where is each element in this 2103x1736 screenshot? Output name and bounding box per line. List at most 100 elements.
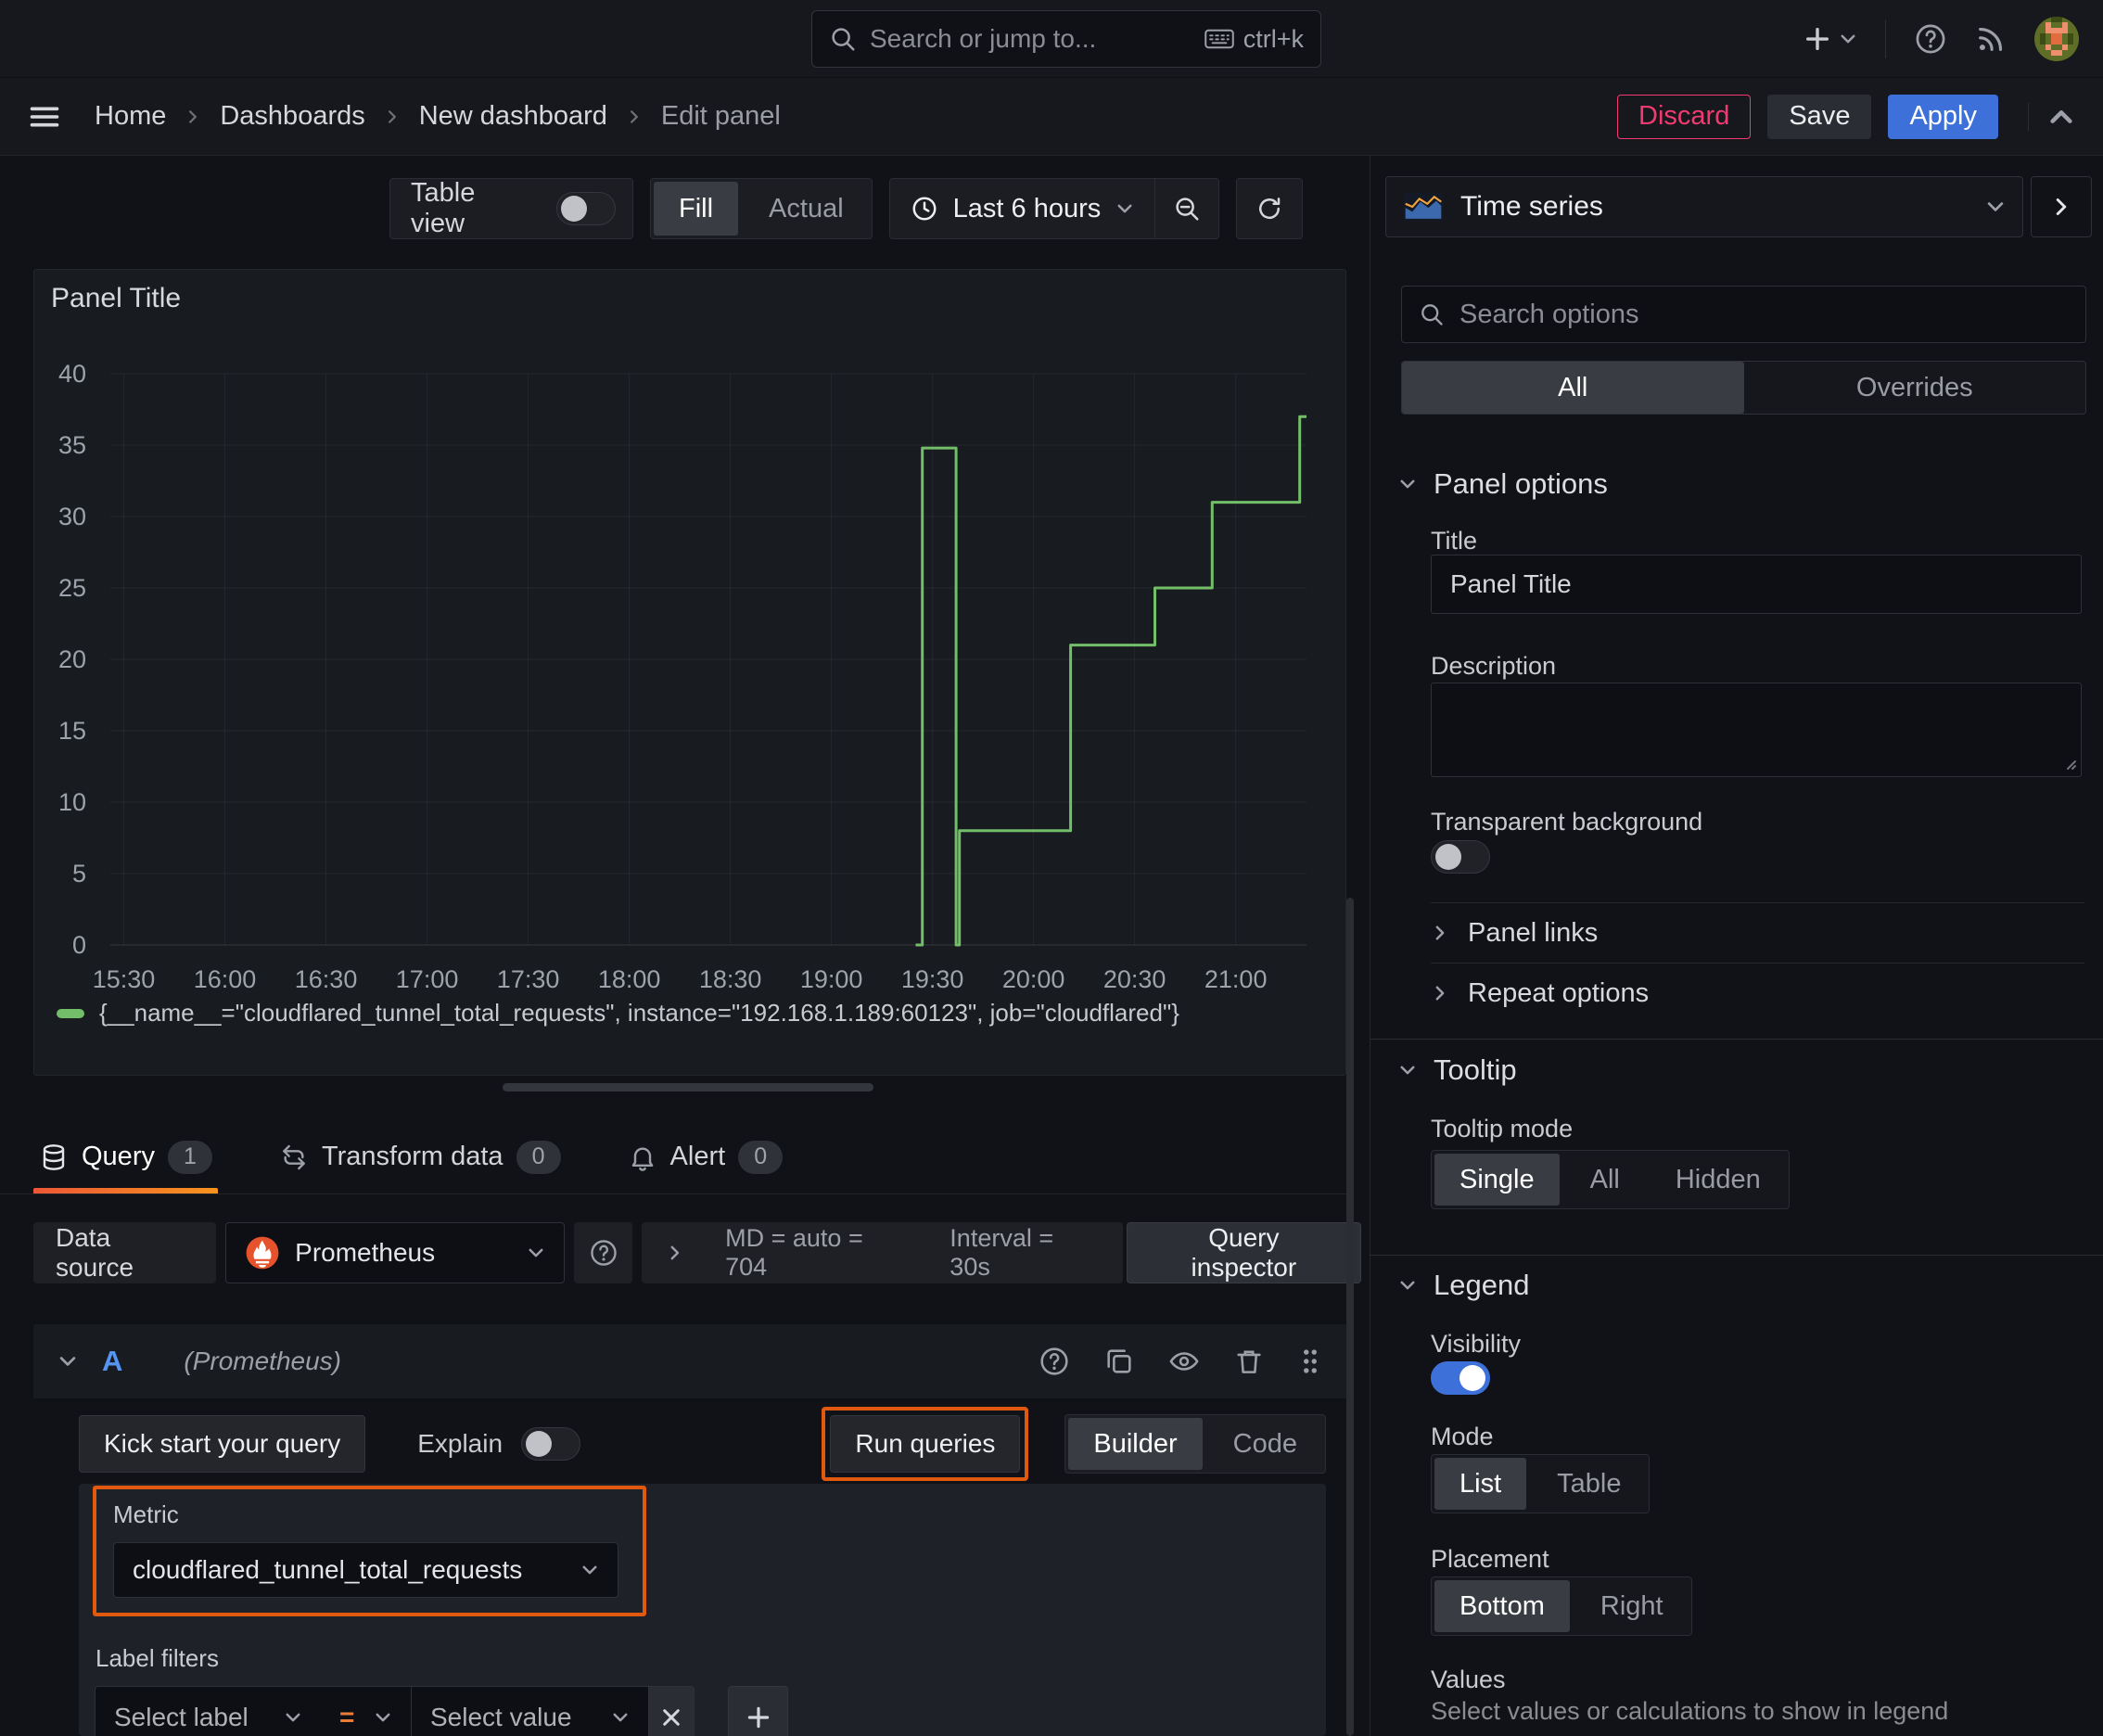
svg-text:20:30: 20:30	[1103, 965, 1166, 993]
legend-visibility-toggle[interactable]	[1431, 1361, 1490, 1395]
explain-toggle[interactable]	[521, 1427, 581, 1461]
trash-icon[interactable]	[1233, 1346, 1265, 1377]
zoom-out-button[interactable]	[1155, 179, 1218, 238]
table-view-control: Table view	[389, 178, 633, 239]
query-datasource-hint: (Prometheus)	[184, 1347, 342, 1375]
expand-viz-list-button[interactable]	[2031, 176, 2092, 237]
breadcrumb-new-dashboard[interactable]: New dashboard	[419, 101, 607, 132]
chevron-right-icon	[666, 1244, 684, 1262]
duplicate-icon[interactable]	[1103, 1346, 1135, 1377]
save-button[interactable]: Save	[1767, 94, 1872, 139]
query-inspector-button[interactable]: Query inspector	[1126, 1222, 1361, 1283]
panel-options-section-header[interactable]: Panel options	[1398, 467, 1608, 501]
search-shortcut: ctrl+k	[1204, 25, 1304, 54]
panel-description-textarea[interactable]	[1431, 683, 2082, 777]
metric-select[interactable]: cloudflared_tunnel_total_requests	[113, 1542, 618, 1598]
add-new-button[interactable]	[1803, 25, 1857, 53]
time-range-picker[interactable]: Last 6 hours	[890, 194, 1155, 224]
kick-start-query-button[interactable]: Kick start your query	[79, 1415, 366, 1473]
search-field[interactable]	[870, 24, 1192, 54]
legend-series-label[interactable]: {__name__="cloudflared_tunnel_total_requ…	[99, 999, 1179, 1028]
tab-alert[interactable]: Alert 0	[622, 1120, 789, 1194]
section-divider	[1370, 1039, 2103, 1040]
plus-icon	[1803, 25, 1831, 53]
help-icon[interactable]	[1039, 1346, 1070, 1377]
table-view-toggle[interactable]	[556, 192, 616, 225]
visualization-picker[interactable]: Time series	[1385, 176, 2023, 237]
explain-control: Explain	[417, 1427, 581, 1461]
search-options-input[interactable]	[1401, 286, 2086, 343]
panel-toolbar: Table view Fill Actual Last 6 hours	[389, 178, 1304, 239]
repeat-options-collapse[interactable]: Repeat options	[1431, 963, 2084, 1023]
apply-button[interactable]: Apply	[1888, 94, 1998, 139]
query-section-tabs: Query 1 Transform data 0 Alert 0	[0, 1120, 1348, 1194]
code-option[interactable]: Code	[1205, 1415, 1325, 1473]
keyboard-icon	[1204, 29, 1234, 49]
datasource-picker[interactable]: Prometheus	[225, 1222, 566, 1283]
svg-text:19:30: 19:30	[901, 965, 964, 993]
chevron-down-icon	[1115, 199, 1134, 218]
drag-handle-icon[interactable]	[1298, 1346, 1322, 1377]
chevron-down-icon	[1398, 475, 1417, 493]
legend-placement-label: Placement	[1431, 1545, 1549, 1573]
legend-placement-bottom[interactable]: Bottom	[1434, 1580, 1570, 1632]
breadcrumb-bar: Home Dashboards New dashboard Edit panel…	[0, 78, 2103, 156]
breadcrumb-dashboards[interactable]: Dashboards	[220, 101, 364, 132]
collapse-options-pane-button[interactable]	[2028, 102, 2075, 131]
breadcrumb-edit-panel: Edit panel	[660, 101, 781, 131]
remove-filter-button[interactable]	[648, 1686, 695, 1736]
resize-grip-icon[interactable]	[2062, 756, 2077, 771]
grafana-logo-icon[interactable]	[24, 12, 78, 66]
global-search-input[interactable]: ctrl+k	[811, 10, 1321, 68]
legend-section-header[interactable]: Legend	[1398, 1269, 1529, 1302]
menu-icon[interactable]	[28, 100, 61, 134]
tooltip-all-option[interactable]: All	[1562, 1151, 1648, 1208]
legend-mode-switch: List Table	[1431, 1454, 1651, 1513]
add-filter-button[interactable]	[728, 1686, 788, 1736]
legend-mode-table[interactable]: Table	[1529, 1455, 1649, 1513]
tooltip-mode-switch: Single All Hidden	[1431, 1150, 1790, 1209]
tooltip-single-option[interactable]: Single	[1434, 1154, 1560, 1206]
news-icon[interactable]	[1975, 23, 2007, 55]
legend-placement-right[interactable]: Right	[1573, 1577, 1691, 1635]
user-avatar[interactable]	[2034, 17, 2079, 61]
actual-option[interactable]: Actual	[741, 179, 872, 238]
tab-query[interactable]: Query 1	[33, 1120, 218, 1194]
datasource-label: Data source	[33, 1222, 217, 1283]
time-series-chart[interactable]: 0 5 10 15 20 25 30 35 40 15:30 16:00 16:30 17:00 17:3…	[34, 270, 1345, 993]
transparent-bg-toggle[interactable]	[1431, 840, 1490, 874]
datasource-row: Data source Prometheus MD = auto = 704 I…	[33, 1222, 1361, 1283]
scrollbar-thumb[interactable]	[1346, 898, 1354, 1736]
refresh-button[interactable]	[1236, 178, 1304, 239]
panel-resize-handle[interactable]	[503, 1083, 873, 1091]
search-options-field[interactable]	[1459, 299, 2069, 330]
builder-option[interactable]: Builder	[1068, 1418, 1203, 1470]
legend-mode-list[interactable]: List	[1434, 1458, 1527, 1510]
builder-code-switch: Builder Code	[1064, 1414, 1326, 1474]
close-icon	[659, 1705, 683, 1730]
panel-links-collapse[interactable]: Panel links	[1431, 902, 2084, 963]
chevron-down-icon	[527, 1244, 545, 1262]
tab-transform-data[interactable]: Transform data 0	[274, 1120, 567, 1194]
tooltip-hidden-option[interactable]: Hidden	[1648, 1151, 1789, 1208]
operator-dropdown[interactable]: =	[321, 1686, 411, 1736]
select-value-dropdown[interactable]: Select value	[411, 1686, 648, 1736]
tooltip-section-header[interactable]: Tooltip	[1398, 1053, 1517, 1087]
chevron-right-icon	[2050, 196, 2072, 218]
help-icon[interactable]	[1914, 22, 1947, 56]
select-label-dropdown[interactable]: Select label	[95, 1686, 321, 1736]
eye-icon[interactable]	[1168, 1346, 1200, 1377]
breadcrumb-home[interactable]: Home	[95, 101, 166, 132]
fill-option[interactable]: Fill	[654, 182, 739, 236]
chevron-down-icon[interactable]	[57, 1351, 78, 1372]
tab-overrides[interactable]: Overrides	[1744, 362, 2086, 414]
query-options-summary[interactable]: MD = auto = 704 Interval = 30s	[642, 1222, 1123, 1283]
datasource-help-button[interactable]	[574, 1222, 633, 1283]
run-queries-button[interactable]: Run queries	[830, 1415, 1021, 1473]
query-row-header[interactable]: A (Prometheus)	[33, 1324, 1346, 1398]
description-textarea-wrap	[1431, 683, 2082, 777]
panel-title-input[interactable]	[1431, 555, 2082, 614]
tab-all[interactable]: All	[1402, 362, 1744, 414]
svg-text:20:00: 20:00	[1002, 965, 1065, 993]
discard-button[interactable]: Discard	[1617, 94, 1752, 139]
